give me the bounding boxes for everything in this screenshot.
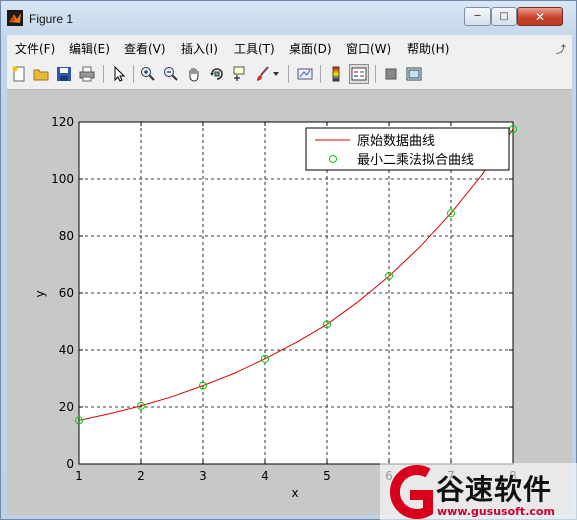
legend-entry-label: 原始数据曲线 [357,134,435,149]
plot-figure: 12345678020406080100120原始数据曲线最小二乘法拟合曲线 x… [33,115,517,500]
x-axis-label: x [291,486,298,500]
x-tick-label: 1 [75,469,83,483]
y-tick-label: 40 [59,343,74,357]
x-tick-label: 2 [137,469,145,483]
y-axis-label: y [33,290,47,297]
x-tick-label: 4 [261,469,269,483]
y-tick-label: 0 [66,457,74,471]
watermark-url: www.gususoft.com [437,505,555,518]
y-tick-label: 120 [51,115,74,129]
x-tick-label: 5 [323,469,331,483]
watermark-brand: 谷速软件 [436,473,553,506]
y-tick-label: 60 [59,286,74,300]
x-tick-label: 3 [199,469,207,483]
y-tick-label: 80 [59,229,74,243]
y-tick-label: 100 [51,172,74,186]
y-tick-label: 20 [59,400,74,414]
legend: 原始数据曲线最小二乘法拟合曲线 [305,127,510,171]
legend-entry-label: 最小二乘法拟合曲线 [357,153,474,168]
